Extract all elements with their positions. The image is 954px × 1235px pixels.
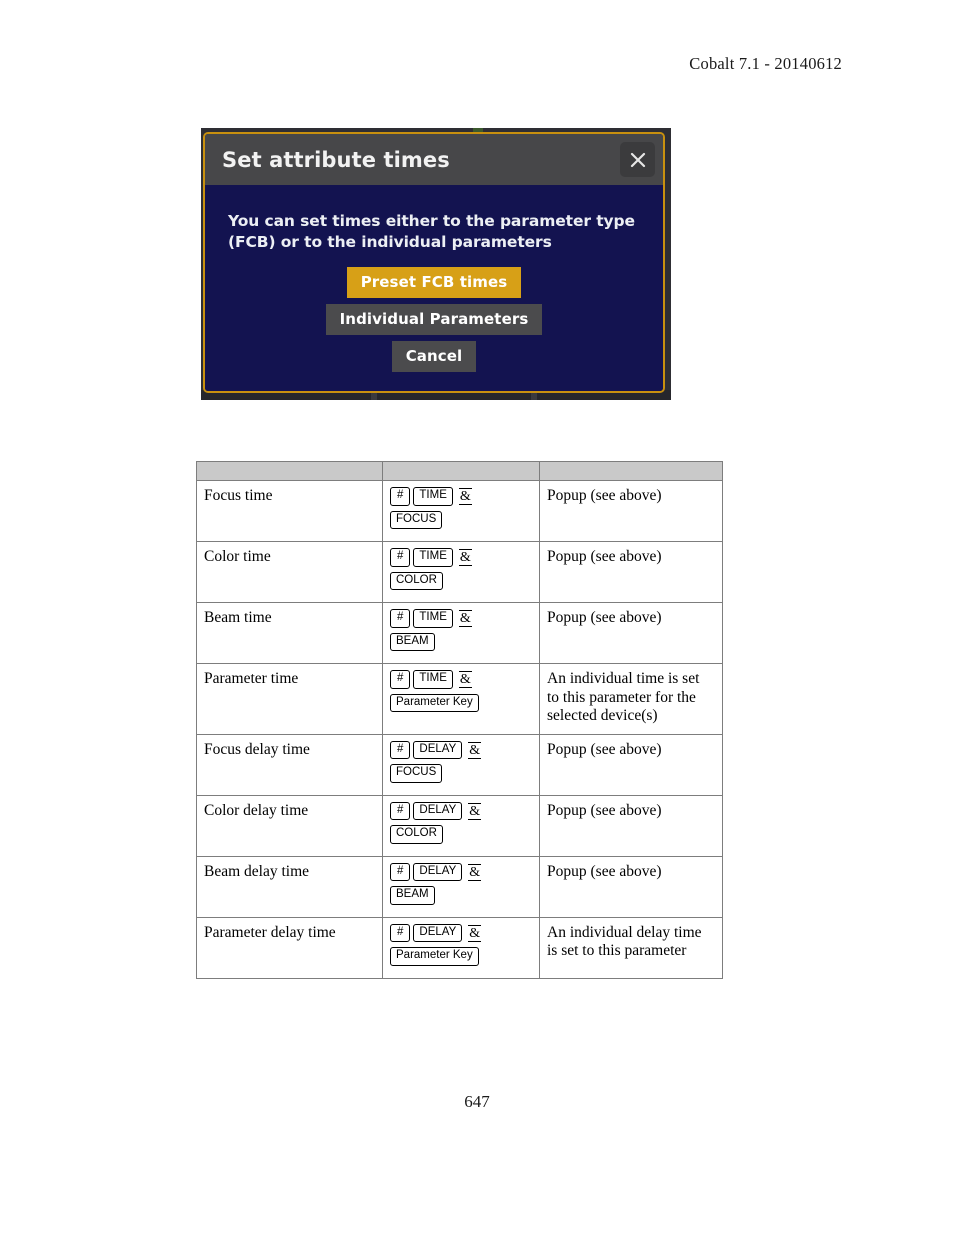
row-key-sequence: # TIME & BEAM (382, 602, 540, 664)
ampersand-operator: & (468, 802, 482, 820)
row-description: Popup (see above) (539, 855, 723, 918)
keycap-second-line: Parameter Key (390, 947, 532, 970)
keycap: # (390, 548, 411, 567)
keycap: # (390, 487, 411, 506)
row-key-sequence: # DELAY & BEAM (382, 855, 540, 918)
keycap-second-line: FOCUS (390, 510, 532, 534)
dialog-titlebar: Set attribute times (205, 134, 663, 185)
keycap: FOCUS (390, 510, 443, 529)
ampersand-operator: & (468, 924, 482, 942)
table-header-keys (382, 461, 540, 481)
keycap: # (390, 801, 411, 821)
keycap: DELAY (413, 862, 463, 882)
keycap-second-line: BEAM (390, 632, 532, 656)
keycap: COLOR (390, 825, 443, 844)
keycap: DELAY (413, 801, 463, 821)
keycap: # (390, 670, 411, 689)
ampersand-operator: & (468, 863, 482, 881)
cancel-button[interactable]: Cancel (391, 340, 477, 372)
row-description: Popup (see above) (539, 541, 723, 603)
row-label: Beam time (196, 602, 383, 664)
dialog-body: You can set times either to the paramete… (205, 185, 663, 391)
keycap: # (390, 923, 411, 943)
row-label: Focus time (196, 480, 383, 542)
table-header-function (196, 461, 383, 481)
table-row: Parameter time # TIME & Parameter Key An indi… (196, 663, 723, 735)
key-syntax-table: Focus time # TIME & FOCUS Popup (see above) Co… (196, 461, 723, 979)
keycap: # (390, 740, 411, 760)
row-key-sequence: # DELAY & FOCUS (382, 733, 540, 796)
individual-parameters-button[interactable]: Individual Parameters (325, 303, 543, 335)
table-row: Color delay time # DELAY & COLOR Popup (see a… (196, 794, 723, 857)
dialog-screenshot: Set attribute times You can set times ei… (201, 128, 671, 400)
ampersand-operator: & (458, 548, 472, 566)
page-number: 647 (464, 1092, 490, 1111)
table-row: Color time # TIME & COLOR Popup (see above) (196, 541, 723, 603)
keycap: FOCUS (390, 764, 443, 783)
dialog-button-group: Preset FCB times Individual Parameters C… (205, 266, 663, 378)
row-label: Color time (196, 541, 383, 603)
ampersand-operator: & (458, 670, 472, 688)
preset-fcb-times-button[interactable]: Preset FCB times (346, 266, 522, 298)
table-row: Beam delay time # DELAY & BEAM Popup (see abo… (196, 855, 723, 918)
keycap: COLOR (390, 571, 443, 590)
row-label: Color delay time (196, 794, 383, 857)
table-header-result (539, 461, 723, 481)
row-key-sequence: # DELAY & Parameter Key (382, 916, 540, 979)
row-description: Popup (see above) (539, 794, 723, 857)
keycap-second-line: Parameter Key (390, 693, 532, 717)
row-key-sequence: # TIME & COLOR (382, 541, 540, 603)
keycap: TIME (413, 487, 453, 506)
keycap-second-line: COLOR (390, 571, 532, 595)
close-button[interactable] (620, 142, 655, 177)
keycap: TIME (413, 548, 453, 567)
table-header-row (196, 461, 723, 481)
keycap: DELAY (413, 740, 463, 760)
row-description: Popup (see above) (539, 480, 723, 542)
ampersand-operator: & (458, 609, 472, 627)
keycap-second-line: FOCUS (390, 764, 532, 787)
table-row: Focus time # TIME & FOCUS Popup (see above) (196, 480, 723, 542)
row-label: Parameter delay time (196, 916, 383, 979)
dialog-message: You can set times either to the paramete… (228, 212, 635, 251)
page-header-text: Cobalt 7.1 - 20140612 (689, 54, 842, 73)
keycap: # (390, 609, 411, 628)
row-key-sequence: # DELAY & COLOR (382, 794, 540, 857)
set-attribute-times-dialog: Set attribute times You can set times ei… (203, 132, 665, 393)
ampersand-operator: & (458, 487, 472, 505)
keycap-second-line: BEAM (390, 886, 532, 909)
keycap-second-line: COLOR (390, 825, 532, 848)
keycap: DELAY (413, 923, 463, 943)
table-row: Parameter delay time # DELAY & Parameter Key… (196, 916, 723, 979)
dialog-title: Set attribute times (222, 147, 450, 172)
keycap: Parameter Key (390, 693, 479, 712)
keycap: BEAM (390, 632, 435, 651)
row-description: Popup (see above) (539, 602, 723, 664)
keycap: TIME (413, 609, 453, 628)
row-label: Focus delay time (196, 733, 383, 796)
keycap: TIME (413, 670, 453, 689)
keycap: # (390, 862, 411, 882)
row-description: Popup (see above) (539, 733, 723, 796)
row-key-sequence: # TIME & Parameter Key (382, 663, 540, 735)
row-label: Beam delay time (196, 855, 383, 918)
row-description: An individual delay time is set to this … (539, 916, 723, 979)
table-body: Focus time # TIME & FOCUS Popup (see above) Co… (196, 480, 723, 979)
table-row: Beam time # TIME & BEAM Popup (see above) (196, 602, 723, 664)
row-description: An individual time is set to this parame… (539, 663, 723, 735)
keycap: Parameter Key (390, 947, 479, 966)
row-key-sequence: # TIME & FOCUS (382, 480, 540, 542)
ampersand-operator: & (468, 741, 482, 759)
table-row: Focus delay time # DELAY & FOCUS Popup (see a… (196, 733, 723, 796)
row-label: Parameter time (196, 663, 383, 735)
close-icon (628, 150, 648, 170)
keycap: BEAM (390, 886, 435, 905)
